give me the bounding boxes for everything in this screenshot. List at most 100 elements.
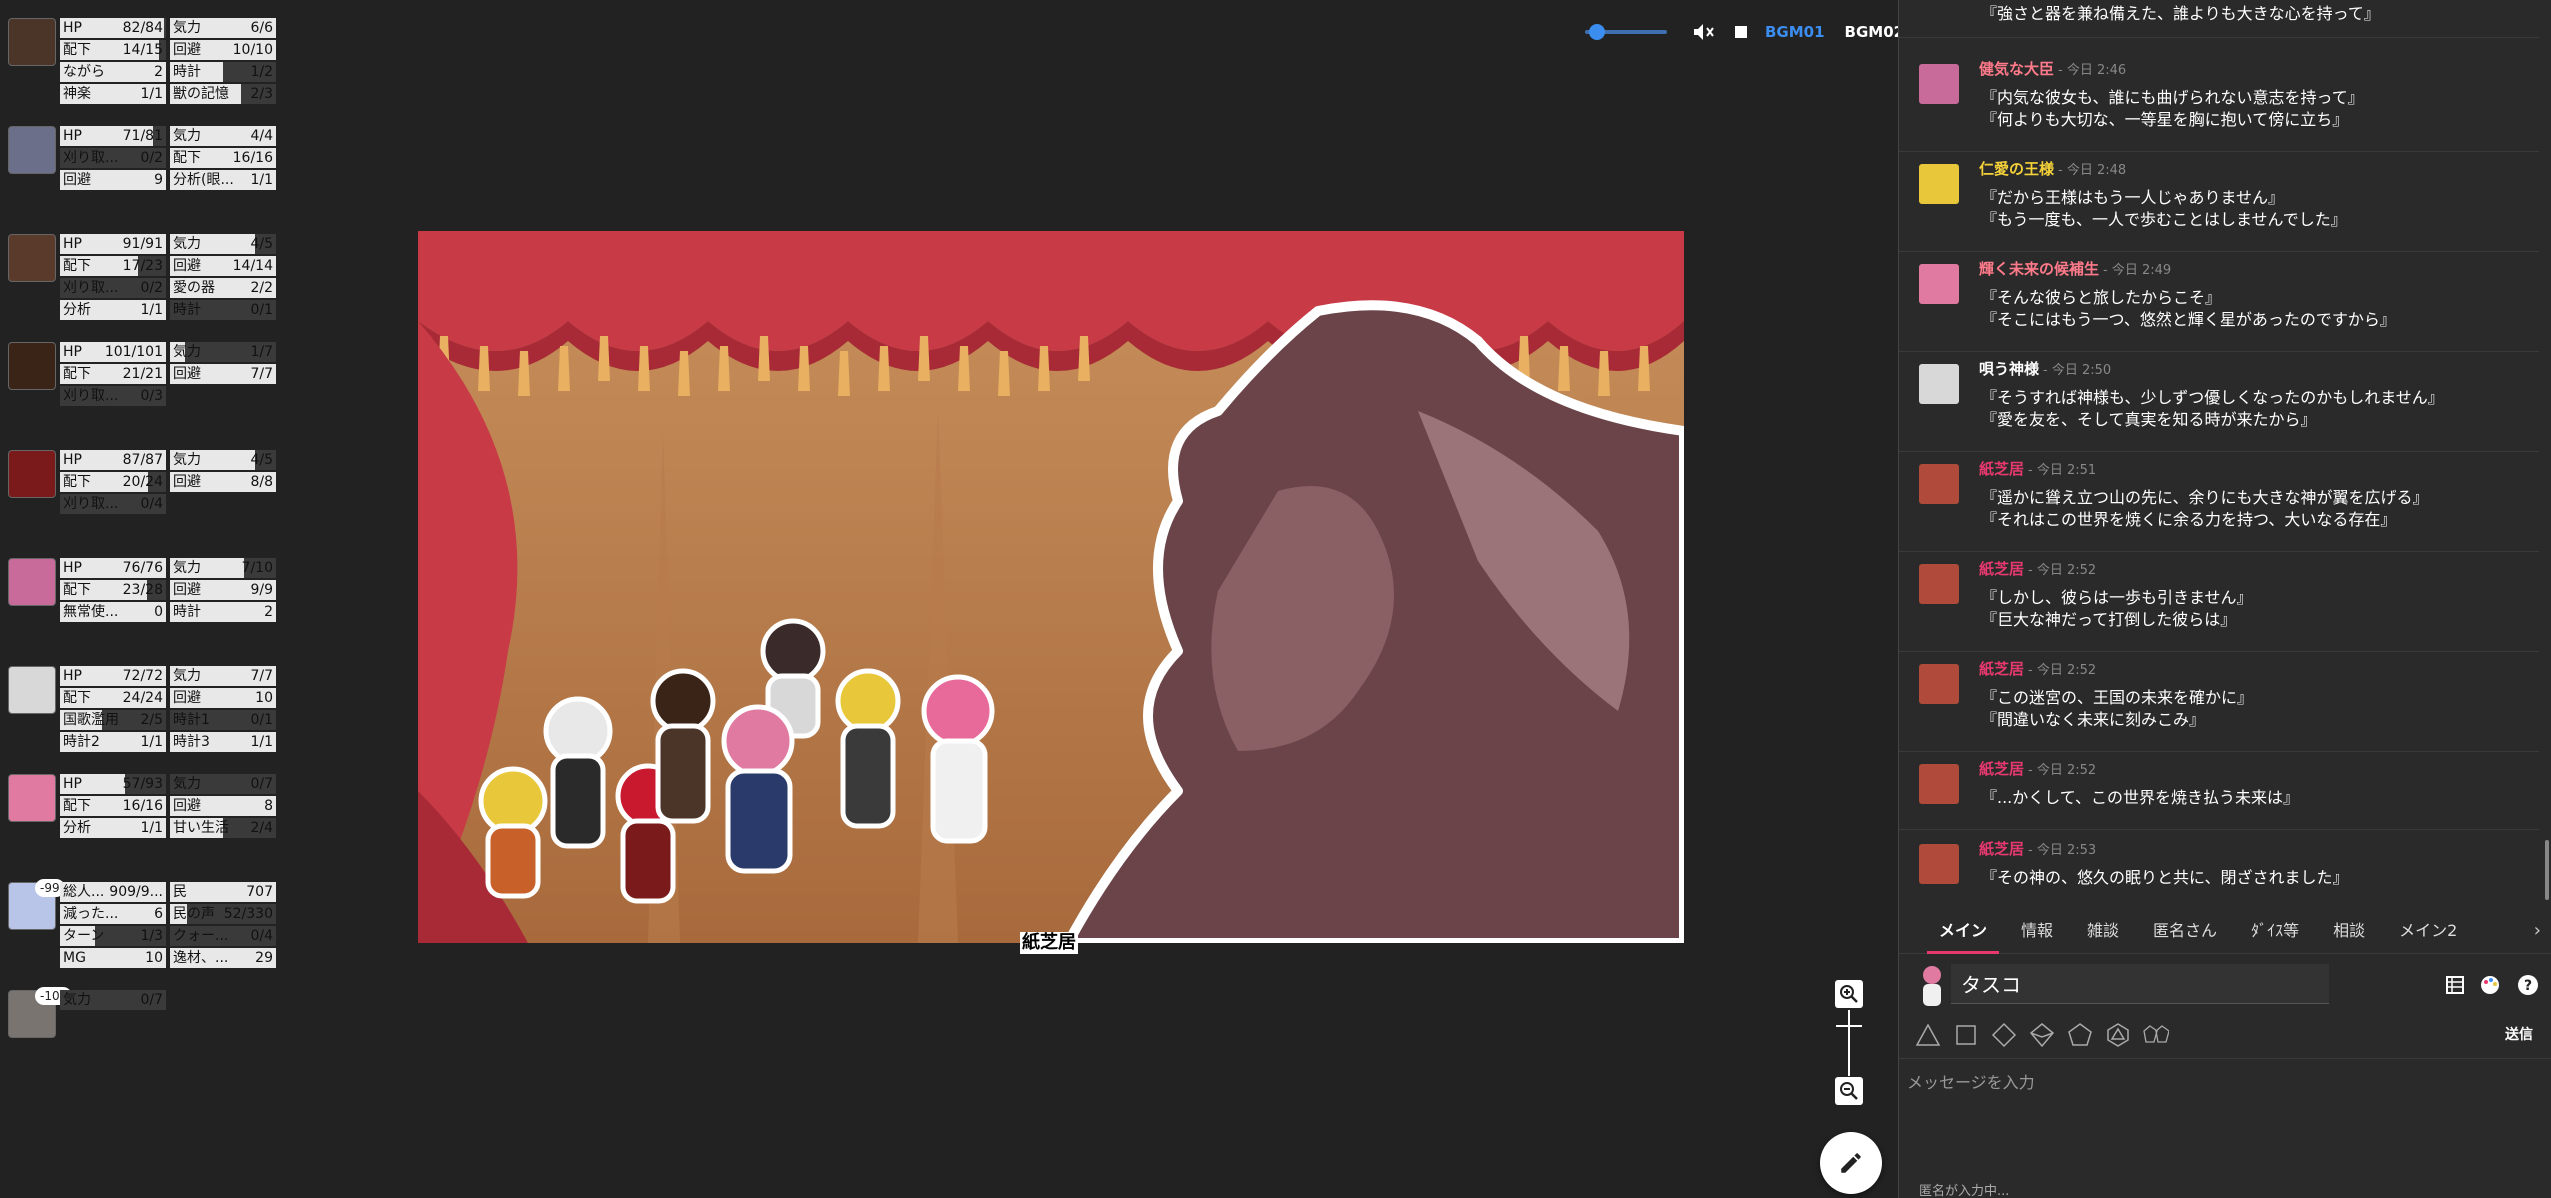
message-avatar[interactable] — [1919, 64, 1959, 104]
help-icon[interactable]: ? — [2517, 974, 2539, 996]
chat-tab[interactable]: 雑談 — [2087, 908, 2119, 954]
stat-bar[interactable]: 気力 7/7 — [170, 666, 276, 686]
stat-bar[interactable]: 回避 10 — [170, 688, 276, 708]
stat-bar[interactable]: HP 91/91 — [60, 234, 166, 254]
stat-bar[interactable]: 気力 6/6 — [170, 18, 276, 38]
volume-knob[interactable] — [1589, 24, 1606, 40]
stop-icon[interactable] — [1735, 26, 1747, 38]
stat-bar[interactable]: 配下 21/21 — [60, 364, 166, 384]
stat-bar[interactable]: 気力 1/7 — [170, 342, 276, 362]
message-avatar[interactable] — [1919, 844, 1959, 884]
stat-bar[interactable]: 愛の器 2/2 — [170, 278, 276, 298]
stat-bar[interactable]: 配下 17/23 — [60, 256, 166, 276]
message-avatar[interactable] — [1919, 664, 1959, 704]
stat-bar[interactable]: 刈り取... 0/4 — [60, 494, 166, 514]
speaker-avatar[interactable] — [1917, 964, 1947, 1006]
d8-dice-icon[interactable] — [1991, 1022, 2017, 1048]
stat-bar[interactable]: 配下 23/28 — [60, 580, 166, 600]
d6-dice-icon[interactable] — [1953, 1022, 1979, 1048]
stat-bar[interactable]: 回避 7/7 — [170, 364, 276, 384]
stat-bar[interactable]: 分析(眼... 1/1 — [170, 170, 276, 190]
stat-bar[interactable]: 回避 9 — [60, 170, 166, 190]
d20-dice-icon[interactable] — [2105, 1022, 2131, 1048]
stat-bar[interactable]: 回避 8/8 — [170, 472, 276, 492]
message-avatar[interactable] — [1919, 364, 1959, 404]
stat-bar[interactable]: 時計1 0/1 — [170, 710, 276, 730]
stat-bar[interactable]: 時計 2 — [170, 602, 276, 622]
stat-bar[interactable]: 回避 9/9 — [170, 580, 276, 600]
stat-bar[interactable]: 配下 24/24 — [60, 688, 166, 708]
stat-bar[interactable]: クォー... 0/4 — [170, 926, 276, 946]
stat-bar[interactable]: HP 71/81 — [60, 126, 166, 146]
message-avatar[interactable] — [1919, 564, 1959, 604]
stat-bar[interactable]: ターン 1/3 — [60, 926, 166, 946]
stat-bar[interactable]: 甘い生活 2/4 — [170, 818, 276, 838]
stat-bar[interactable]: 気力 4/5 — [170, 234, 276, 254]
chat-tab[interactable]: 匿名さん — [2153, 908, 2217, 954]
character-avatar[interactable] — [8, 558, 56, 606]
stat-bar[interactable]: HP 101/101 — [60, 342, 166, 362]
stat-bar[interactable]: 国歌濫用 2/5 — [60, 710, 166, 730]
stat-bar[interactable]: 減った... 6 — [60, 904, 166, 924]
chat-tab[interactable]: 情報 — [2021, 908, 2053, 954]
stat-bar[interactable]: 無常使... 0 — [60, 602, 166, 622]
edit-button[interactable] — [1820, 1132, 1882, 1194]
stat-bar[interactable]: 分析 1/1 — [60, 300, 166, 320]
stat-bar[interactable]: 回避 10/10 — [170, 40, 276, 60]
bgm-track-1[interactable]: BGM01 — [1765, 23, 1825, 41]
stat-bar[interactable]: 気力 7/10 — [170, 558, 276, 578]
stat-bar[interactable]: 時計2 1/1 — [60, 732, 166, 752]
stat-bar[interactable]: HP 76/76 — [60, 558, 166, 578]
character-avatar[interactable] — [8, 666, 56, 714]
volume-mute-icon[interactable] — [1691, 20, 1715, 44]
stat-bar[interactable]: 気力 4/5 — [170, 450, 276, 470]
character-avatar[interactable]: -101 — [8, 987, 73, 1038]
character-avatar[interactable] — [8, 342, 56, 390]
stat-bar[interactable]: HP 72/72 — [60, 666, 166, 686]
bgm-track-2[interactable]: BGM02 — [1845, 23, 1905, 41]
d12-dice-icon[interactable] — [2067, 1022, 2093, 1048]
stat-bar[interactable]: ながら 2 — [60, 62, 166, 82]
stat-bar[interactable]: 刈り取... 0/2 — [60, 278, 166, 298]
character-avatar[interactable] — [8, 126, 56, 174]
stat-bar[interactable]: 獣の記憶 2/3 — [170, 84, 276, 104]
stat-bar[interactable]: 刈り取... 0/3 — [60, 386, 166, 406]
character-avatar[interactable]: -99 — [8, 879, 65, 930]
tab-scroll-right-icon[interactable]: › — [2534, 920, 2541, 941]
character-avatar[interactable] — [8, 450, 56, 498]
stat-bar[interactable]: 時計 0/1 — [170, 300, 276, 320]
chat-tab[interactable]: メイン — [1926, 908, 2000, 954]
stat-bar[interactable]: 分析 1/1 — [60, 818, 166, 838]
stat-bar[interactable]: 配下 16/16 — [60, 796, 166, 816]
stat-bar[interactable]: 気力 4/4 — [170, 126, 276, 146]
character-avatar[interactable] — [8, 234, 56, 282]
chat-tab[interactable]: 相談 — [2333, 908, 2365, 954]
stat-bar[interactable]: 民の声 52/330 — [170, 904, 276, 924]
message-avatar[interactable] — [1919, 164, 1959, 204]
message-input[interactable] — [1899, 1058, 2551, 1168]
zoom-in-button[interactable] — [1835, 980, 1863, 1008]
zoom-slider-handle[interactable] — [1836, 1025, 1862, 1027]
stat-bar[interactable]: 総人... 909/9... — [60, 882, 166, 902]
message-avatar[interactable] — [1919, 764, 1959, 804]
chat-scrollbar[interactable] — [2543, 0, 2551, 902]
stat-bar[interactable]: HP 57/93 — [60, 774, 166, 794]
stat-bar[interactable]: MG 10 — [60, 948, 166, 968]
stat-bar[interactable]: HP 82/84 — [60, 18, 166, 38]
palette-icon[interactable] — [2479, 974, 2501, 996]
stat-bar[interactable]: 逸材、... 29 — [170, 948, 276, 968]
stat-bar[interactable]: HP 87/87 — [60, 450, 166, 470]
stat-bar[interactable]: 配下 16/16 — [170, 148, 276, 168]
stat-bar[interactable]: 民 707 — [170, 882, 276, 902]
stat-bar[interactable]: 気力 0/7 — [170, 774, 276, 794]
stat-bar[interactable]: 時計3 1/1 — [170, 732, 276, 752]
character-avatar[interactable] — [8, 18, 56, 66]
stat-bar[interactable]: 配下 20/24 — [60, 472, 166, 492]
stat-bar[interactable]: 時計 1/2 — [170, 62, 276, 82]
stat-bar[interactable]: 気力 0/7 — [60, 990, 166, 1010]
chat-log[interactable]: 『強さと器を兼ね備えた、誰よりも大きな心を持って』 健気な大臣 - 今日 2:46 『… — [1899, 0, 2539, 902]
scrollbar-thumb[interactable] — [2545, 840, 2549, 900]
zoom-out-button[interactable] — [1835, 1077, 1863, 1105]
chat-tab[interactable]: メイン2 — [2399, 908, 2457, 954]
d10-dice-icon[interactable] — [2029, 1022, 2055, 1048]
